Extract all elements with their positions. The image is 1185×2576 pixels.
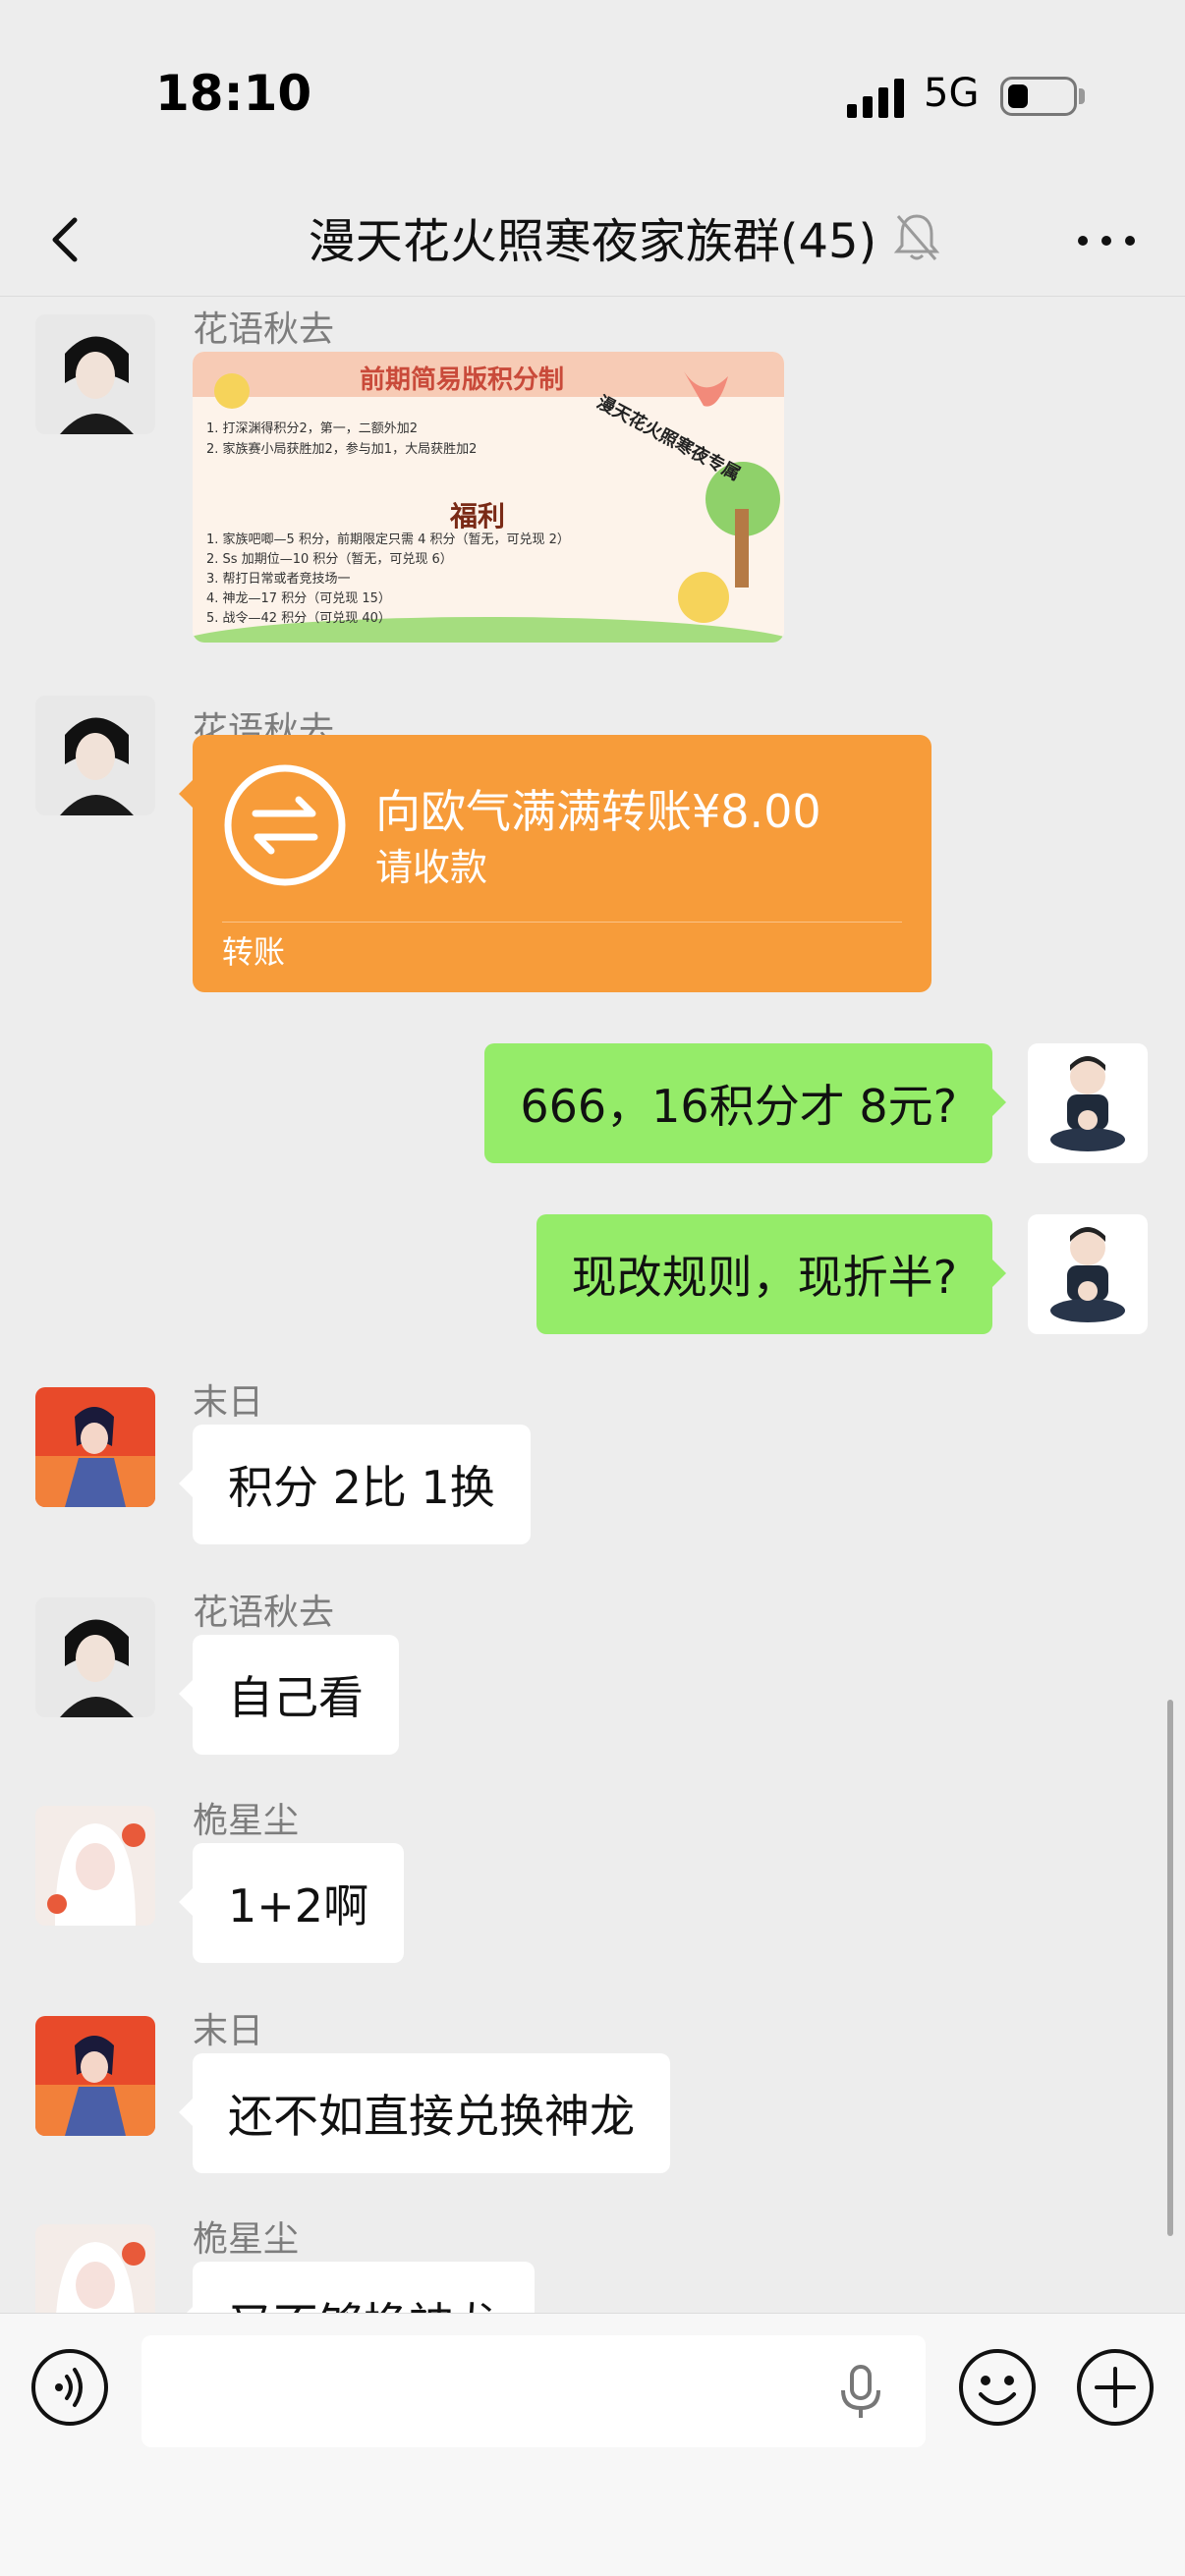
sender-name: 桅星尘 bbox=[193, 2219, 300, 2260]
message-bubble[interactable]: 自己看 bbox=[179, 1635, 399, 1755]
sender-name: 末日 bbox=[193, 2011, 264, 2051]
sender-name: 桅星尘 bbox=[193, 1801, 300, 1841]
message-bubble[interactable]: 还不如直接兑换神龙 bbox=[179, 2053, 670, 2173]
sender-name: 末日 bbox=[193, 1382, 264, 1423]
avatar[interactable] bbox=[35, 696, 155, 815]
transfer-status: 请收款 bbox=[375, 846, 488, 889]
message-bubble[interactable]: 积分 2比 1换 bbox=[179, 1425, 531, 1544]
avatar[interactable] bbox=[1028, 1043, 1148, 1163]
sender-name: 花语秋去 bbox=[193, 1593, 335, 1633]
image-subtitle: 福利 bbox=[450, 500, 506, 532]
rules-list: 1. 打深渊得积分2，第一，二额外加2 2. 家族赛小局获胜加2，参与加1，大局… bbox=[206, 419, 477, 460]
avatar[interactable] bbox=[35, 1597, 155, 1717]
avatar[interactable] bbox=[35, 314, 155, 434]
perks-list: 1. 家族吧唧—5 积分，前期限定只需 4 积分（暂无，可兑现 2） 2. Ss… bbox=[206, 531, 570, 629]
transfer-amount: 向欧气满满转账¥8.00 bbox=[375, 785, 821, 838]
perk-item: 1. 家族吧唧—5 积分，前期限定只需 4 积分（暂无，可兑现 2） bbox=[206, 532, 570, 547]
battery-tip bbox=[1079, 88, 1085, 104]
signal-icon bbox=[847, 79, 904, 118]
message-bubble[interactable]: 666，16积分才 8元? bbox=[484, 1043, 1006, 1163]
network-label: 5G bbox=[924, 71, 980, 116]
input-bar bbox=[0, 2313, 1185, 2576]
message-bubble[interactable]: 又不够换神龙 bbox=[179, 2262, 535, 2313]
microphone-icon[interactable] bbox=[833, 2363, 888, 2422]
scrollbar[interactable] bbox=[1167, 1700, 1173, 2236]
perk-item: 5. 战令—42 积分（可兑现 40） bbox=[206, 611, 391, 626]
rule-item: 1. 打深渊得积分2，第一，二额外加2 bbox=[206, 421, 419, 436]
perk-item: 2. Ss 加期位—10 积分（暂无，可兑现 6） bbox=[206, 552, 453, 567]
chat-header: 漫天花火照寒夜家族群(45) bbox=[0, 187, 1185, 297]
voice-icon[interactable] bbox=[29, 2347, 110, 2428]
mute-bell-icon bbox=[893, 214, 940, 260]
chat-title: 漫天花火照寒夜家族群(45) bbox=[308, 214, 877, 269]
plus-icon[interactable] bbox=[1075, 2347, 1156, 2428]
message-bubble[interactable]: 1+2啊 bbox=[178, 1843, 405, 1963]
avatar[interactable] bbox=[35, 2016, 155, 2136]
transfer-label: 转账 bbox=[222, 933, 286, 971]
emoji-icon[interactable] bbox=[957, 2347, 1038, 2428]
message-list[interactable]: 花语秋去 前期简易版积分制 1. 打深渊得积分2，第一，二额外加2 2. 家族赛… bbox=[0, 297, 1185, 2313]
more-icon[interactable] bbox=[1067, 206, 1146, 275]
perk-item: 4. 神龙—17 积分（可兑现 15） bbox=[206, 591, 391, 606]
image-title: 前期简易版积分制 bbox=[360, 365, 565, 395]
sender-name: 花语秋去 bbox=[193, 309, 335, 350]
message-input[interactable] bbox=[141, 2335, 926, 2447]
rules-image[interactable]: 前期简易版积分制 1. 打深渊得积分2，第一，二额外加2 2. 家族赛小局获胜加… bbox=[193, 352, 784, 643]
battery-icon bbox=[1000, 77, 1077, 116]
perk-item: 3. 帮打日常或者竞技场一 bbox=[206, 572, 351, 587]
status-time: 18:10 bbox=[155, 65, 312, 122]
message-bubble[interactable]: 现改规则，现折半? bbox=[536, 1214, 1007, 1334]
transfer-card[interactable]: 向欧气满满转账¥8.00 请收款 转账 bbox=[179, 735, 931, 992]
rule-item: 2. 家族赛小局获胜加2，参与加1，大局获胜加2 bbox=[206, 442, 478, 457]
avatar[interactable] bbox=[35, 1806, 155, 1926]
avatar[interactable] bbox=[35, 2224, 155, 2313]
status-bar: 18:10 5G bbox=[0, 0, 1185, 187]
avatar[interactable] bbox=[35, 1387, 155, 1507]
transfer-icon bbox=[224, 764, 346, 886]
avatar[interactable] bbox=[1028, 1214, 1148, 1334]
transfer-divider bbox=[222, 922, 902, 923]
